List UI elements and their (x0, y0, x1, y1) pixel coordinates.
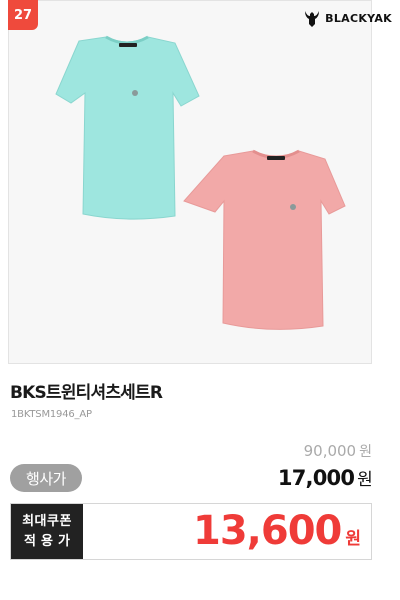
coupon-price-value: 13,600 (193, 508, 342, 554)
rank-badge: 27 (8, 0, 38, 30)
sale-price: 17,000 원 (277, 465, 373, 490)
sale-label-badge: 행사가 (10, 464, 82, 492)
yak-head-icon (305, 11, 320, 27)
coupon-price: 13,600 원 (193, 508, 361, 554)
coupon-label: 최대쿠폰 적용가 (11, 504, 83, 559)
pink-tshirt-image (183, 149, 346, 330)
coupon-price-box: 최대쿠폰 적용가 13,600 원 (10, 503, 372, 560)
coupon-price-unit: 원 (345, 529, 361, 549)
product-name[interactable]: BKS트윈티셔츠세트R (10, 378, 163, 403)
brand-name: BLACKYAK (325, 11, 392, 25)
product-image[interactable] (8, 0, 372, 364)
brand-logo: BLACKYAK (302, 8, 392, 28)
original-price-unit: 원 (359, 444, 372, 460)
product-photo (55, 35, 346, 330)
coupon-label-line1: 최대쿠폰 (22, 513, 72, 529)
coupon-label-line2: 적용가 (24, 533, 75, 549)
product-code: 1BKTSM1946_AP (11, 409, 92, 420)
mint-tshirt-image (55, 35, 200, 220)
original-price-value: 90,000 (303, 442, 357, 460)
sale-price-value: 17,000 (277, 466, 355, 490)
sale-price-unit: 원 (357, 470, 373, 490)
original-price: 90,000 원 (304, 441, 372, 461)
